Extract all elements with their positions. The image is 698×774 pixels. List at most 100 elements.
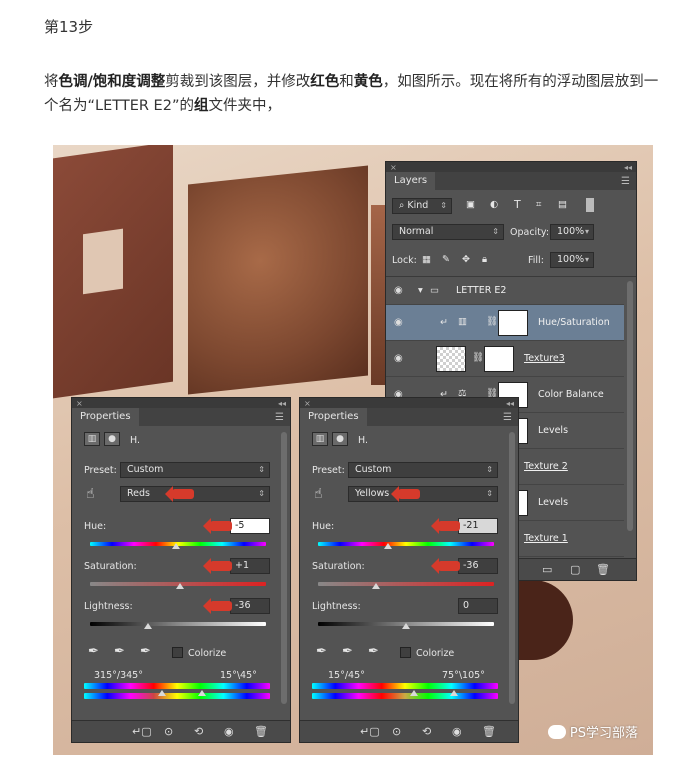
range-handle[interactable]	[198, 690, 206, 696]
eye-icon[interactable]: ◉	[394, 317, 403, 328]
chevron-updown-icon: ⇕	[486, 489, 493, 498]
eyedropper-plus-icon[interactable]: ✒︎	[342, 644, 353, 659]
lightness-slider-knob[interactable]	[144, 623, 152, 629]
saturation-value-field[interactable]: -36	[458, 558, 498, 574]
eyedropper-icon[interactable]: ✒︎	[316, 644, 327, 659]
hue-sat-adjustment-icon[interactable]: ▥	[312, 432, 328, 446]
reset-icon[interactable]: ⟲	[422, 725, 431, 738]
clip-to-layer-icon[interactable]: ↵▢	[132, 725, 152, 738]
fill-value: 100%	[557, 254, 585, 265]
disclosure-triangle-icon[interactable]: ▾	[418, 285, 423, 296]
collapse-icon[interactable]: ◂◂	[624, 163, 632, 172]
range-handle[interactable]	[410, 690, 418, 696]
tab-properties[interactable]: Properties	[300, 408, 367, 426]
opacity-field[interactable]: 100% ▾	[550, 224, 594, 240]
view-previous-icon[interactable]: ⊙	[164, 725, 173, 738]
filter-toggle-icon[interactable]	[586, 198, 594, 212]
channel-dropdown[interactable]: Yellows ⇕	[348, 486, 498, 502]
color-range-bar-top[interactable]	[84, 683, 270, 689]
blend-mode-dropdown[interactable]: Normal ⇕	[392, 224, 504, 240]
lock-transparent-icon[interactable]: ▦	[422, 254, 431, 265]
lightness-value-field[interactable]: 0	[458, 598, 498, 614]
eyedropper-plus-icon[interactable]: ✒︎	[114, 644, 125, 659]
eyedropper-minus-icon[interactable]: ✒︎	[368, 644, 379, 659]
panel-menu-icon[interactable]: ☰	[275, 412, 284, 423]
saturation-slider-knob[interactable]	[176, 583, 184, 589]
saturation-value-field[interactable]: +1	[230, 558, 270, 574]
close-icon[interactable]: ×	[304, 399, 311, 408]
red-arrow-annotation	[391, 486, 420, 502]
properties-scrollbar[interactable]	[281, 432, 287, 704]
eye-icon[interactable]: ◉	[394, 353, 403, 364]
mask-icon[interactable]: ●	[332, 432, 348, 446]
hue-sat-adjustment-icon: ▥	[458, 316, 467, 327]
eyedropper-minus-icon[interactable]: ✒︎	[140, 644, 151, 659]
close-icon[interactable]: ×	[390, 163, 397, 172]
desc-bold-group: 组	[193, 98, 209, 114]
hue-value-field[interactable]: -5	[230, 518, 270, 534]
preset-dropdown[interactable]: Custom ⇕	[348, 462, 498, 478]
color-range-bar-top[interactable]	[312, 683, 498, 689]
trash-icon[interactable]: 🗑︎	[482, 725, 496, 738]
adjustment-filter-icon[interactable]: ◐	[490, 199, 498, 210]
lock-paint-icon[interactable]: ✎	[442, 254, 450, 265]
trash-icon[interactable]: 🗑︎	[254, 725, 268, 738]
reset-icon[interactable]: ⟲	[194, 725, 203, 738]
preset-label: Preset:	[312, 465, 345, 476]
image-filter-icon[interactable]: ▣	[466, 199, 475, 210]
type-filter-icon[interactable]: T	[514, 198, 521, 211]
close-icon[interactable]: ×	[76, 399, 83, 408]
layer-mask-thumbnail	[498, 310, 528, 336]
range-handle[interactable]	[450, 690, 458, 696]
hand-tool-icon[interactable]: ☝︎	[86, 486, 95, 502]
hue-sat-adjustment-icon[interactable]: ▥	[84, 432, 100, 446]
hue-slider-knob[interactable]	[172, 543, 180, 549]
lightness-slider-knob[interactable]	[402, 623, 410, 629]
kind-filter-dropdown[interactable]: ⌕ Kind ⇕	[392, 198, 452, 214]
eye-icon[interactable]: ◉	[394, 285, 403, 296]
new-layer-icon[interactable]: ▢	[570, 563, 580, 576]
lightness-slider-track[interactable]	[90, 622, 266, 626]
layer-group-row[interactable]: ◉ ▾ ▭ LETTER E2	[386, 277, 624, 305]
layer-row[interactable]: ◉ ↵ ▥ ⛓︎ Hue/Saturation	[386, 305, 624, 341]
colorize-checkbox[interactable]	[400, 647, 411, 658]
hue-slider-knob[interactable]	[384, 543, 392, 549]
clip-to-layer-icon[interactable]: ↵▢	[360, 725, 380, 738]
group-name: LETTER E2	[456, 285, 507, 296]
hand-tool-icon[interactable]: ☝︎	[314, 486, 323, 502]
eyedropper-icon[interactable]: ✒︎	[88, 644, 99, 659]
preset-dropdown[interactable]: Custom ⇕	[120, 462, 270, 478]
range-handle[interactable]	[158, 690, 166, 696]
colorize-checkbox[interactable]	[172, 647, 183, 658]
fill-field[interactable]: 100% ▾	[550, 252, 594, 268]
collapse-icon[interactable]: ◂◂	[506, 399, 514, 408]
panel-menu-icon[interactable]: ☰	[503, 412, 512, 423]
channel-dropdown[interactable]: Reds ⇕	[120, 486, 270, 502]
hue-value-field[interactable]: -21	[458, 518, 498, 534]
desc-part: 剪裁到该图层，并修改	[165, 74, 311, 90]
new-group-icon[interactable]: ▭	[542, 563, 552, 576]
lightness-value-field[interactable]: -36	[230, 598, 270, 614]
colorize-label: Colorize	[188, 648, 227, 659]
lock-all-icon[interactable]: 🔒︎	[482, 254, 487, 265]
trash-icon[interactable]: 🗑︎	[596, 563, 610, 576]
visibility-icon[interactable]: ◉	[452, 725, 462, 738]
view-previous-icon[interactable]: ⊙	[392, 725, 401, 738]
red-arrow-annotation	[431, 558, 460, 574]
saturation-slider-knob[interactable]	[372, 583, 380, 589]
tab-layers[interactable]: Layers	[386, 172, 436, 190]
collapse-icon[interactable]: ◂◂	[278, 399, 286, 408]
saturation-slider-track[interactable]	[318, 582, 494, 586]
visibility-icon[interactable]: ◉	[224, 725, 234, 738]
layers-scrollbar[interactable]	[627, 281, 633, 531]
step-description: 将色调/饱和度调整剪裁到该图层，并修改红色和黄色，如图所示。现在将所有的浮动图层…	[44, 70, 664, 118]
shape-filter-icon[interactable]: ⌗	[536, 199, 541, 210]
layer-row[interactable]: ◉ ⛓︎ Texture3	[386, 341, 624, 377]
mask-icon[interactable]: ●	[104, 432, 120, 446]
panel-menu-icon[interactable]: ☰	[621, 176, 630, 187]
lock-move-icon[interactable]: ✥	[462, 254, 470, 265]
hue-slider-track[interactable]	[318, 542, 494, 546]
smart-object-filter-icon[interactable]: ▤	[558, 199, 567, 210]
tab-properties[interactable]: Properties	[72, 408, 139, 426]
properties-scrollbar[interactable]	[509, 432, 515, 704]
